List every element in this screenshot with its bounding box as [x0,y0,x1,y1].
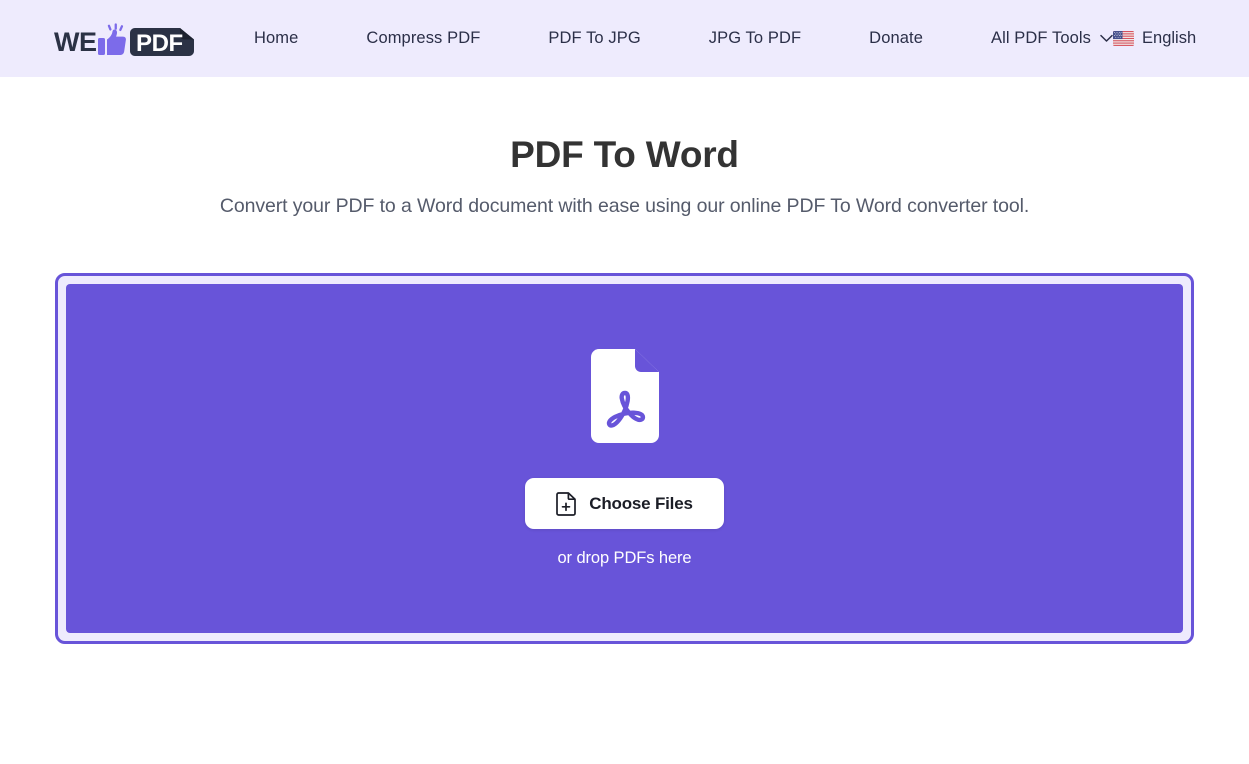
language-selector[interactable]: English [1113,29,1196,48]
nav-item-home[interactable]: Home [254,23,298,54]
nav-label-home: Home [254,29,299,47]
nav-item-compress-pdf[interactable]: Compress PDF [366,23,480,54]
nav-label-compress-pdf: Compress PDF [366,29,481,47]
us-flag-icon [1113,31,1135,46]
nav-label-all-pdf-tools: All PDF Tools [990,29,1092,47]
svg-text:WE: WE [54,27,97,57]
pdf-dropzone-inner: Choose Files or drop PDFs here [66,284,1183,634]
nav-item-all-pdf-tools[interactable]: All PDF Tools [991,23,1113,54]
pdf-file-icon [590,349,659,444]
svg-text:PDF: PDF [136,30,183,57]
choose-files-label: Choose Files [589,493,693,513]
nav-item-pdf-to-jpg[interactable]: PDF To JPG [548,23,640,54]
page-title: PDF To Word [510,134,739,175]
nav-label-pdf-to-jpg: PDF To JPG [548,29,641,47]
nav-item-jpg-to-pdf[interactable]: JPG To PDF [709,23,801,54]
main-content: PDF To Word Convert your PDF to a Word d… [0,77,1249,645]
nav-label-donate: Donate [869,29,923,47]
site-header: WE PDF Home Compress PDF PDF To JPG JPG … [0,0,1249,77]
wepdf-logo-graphic: WE PDF [54,22,194,57]
nav-item-donate[interactable]: Donate [869,23,923,54]
wepdf-logo[interactable]: WE PDF [54,19,196,59]
choose-files-button[interactable]: Choose Files [525,478,724,530]
drop-hint-text: or drop PDFs here [557,549,692,568]
chevron-down-icon [1100,34,1113,43]
nav-label-jpg-to-pdf: JPG To PDF [708,29,802,47]
page-subtitle: Convert your PDF to a Word document with… [219,195,1030,218]
file-plus-icon [556,492,577,516]
language-label: English [1142,29,1197,47]
main-navigation: Home Compress PDF PDF To JPG JPG To PDF … [254,23,1113,54]
pdf-dropzone[interactable]: Choose Files or drop PDFs here [55,273,1194,645]
